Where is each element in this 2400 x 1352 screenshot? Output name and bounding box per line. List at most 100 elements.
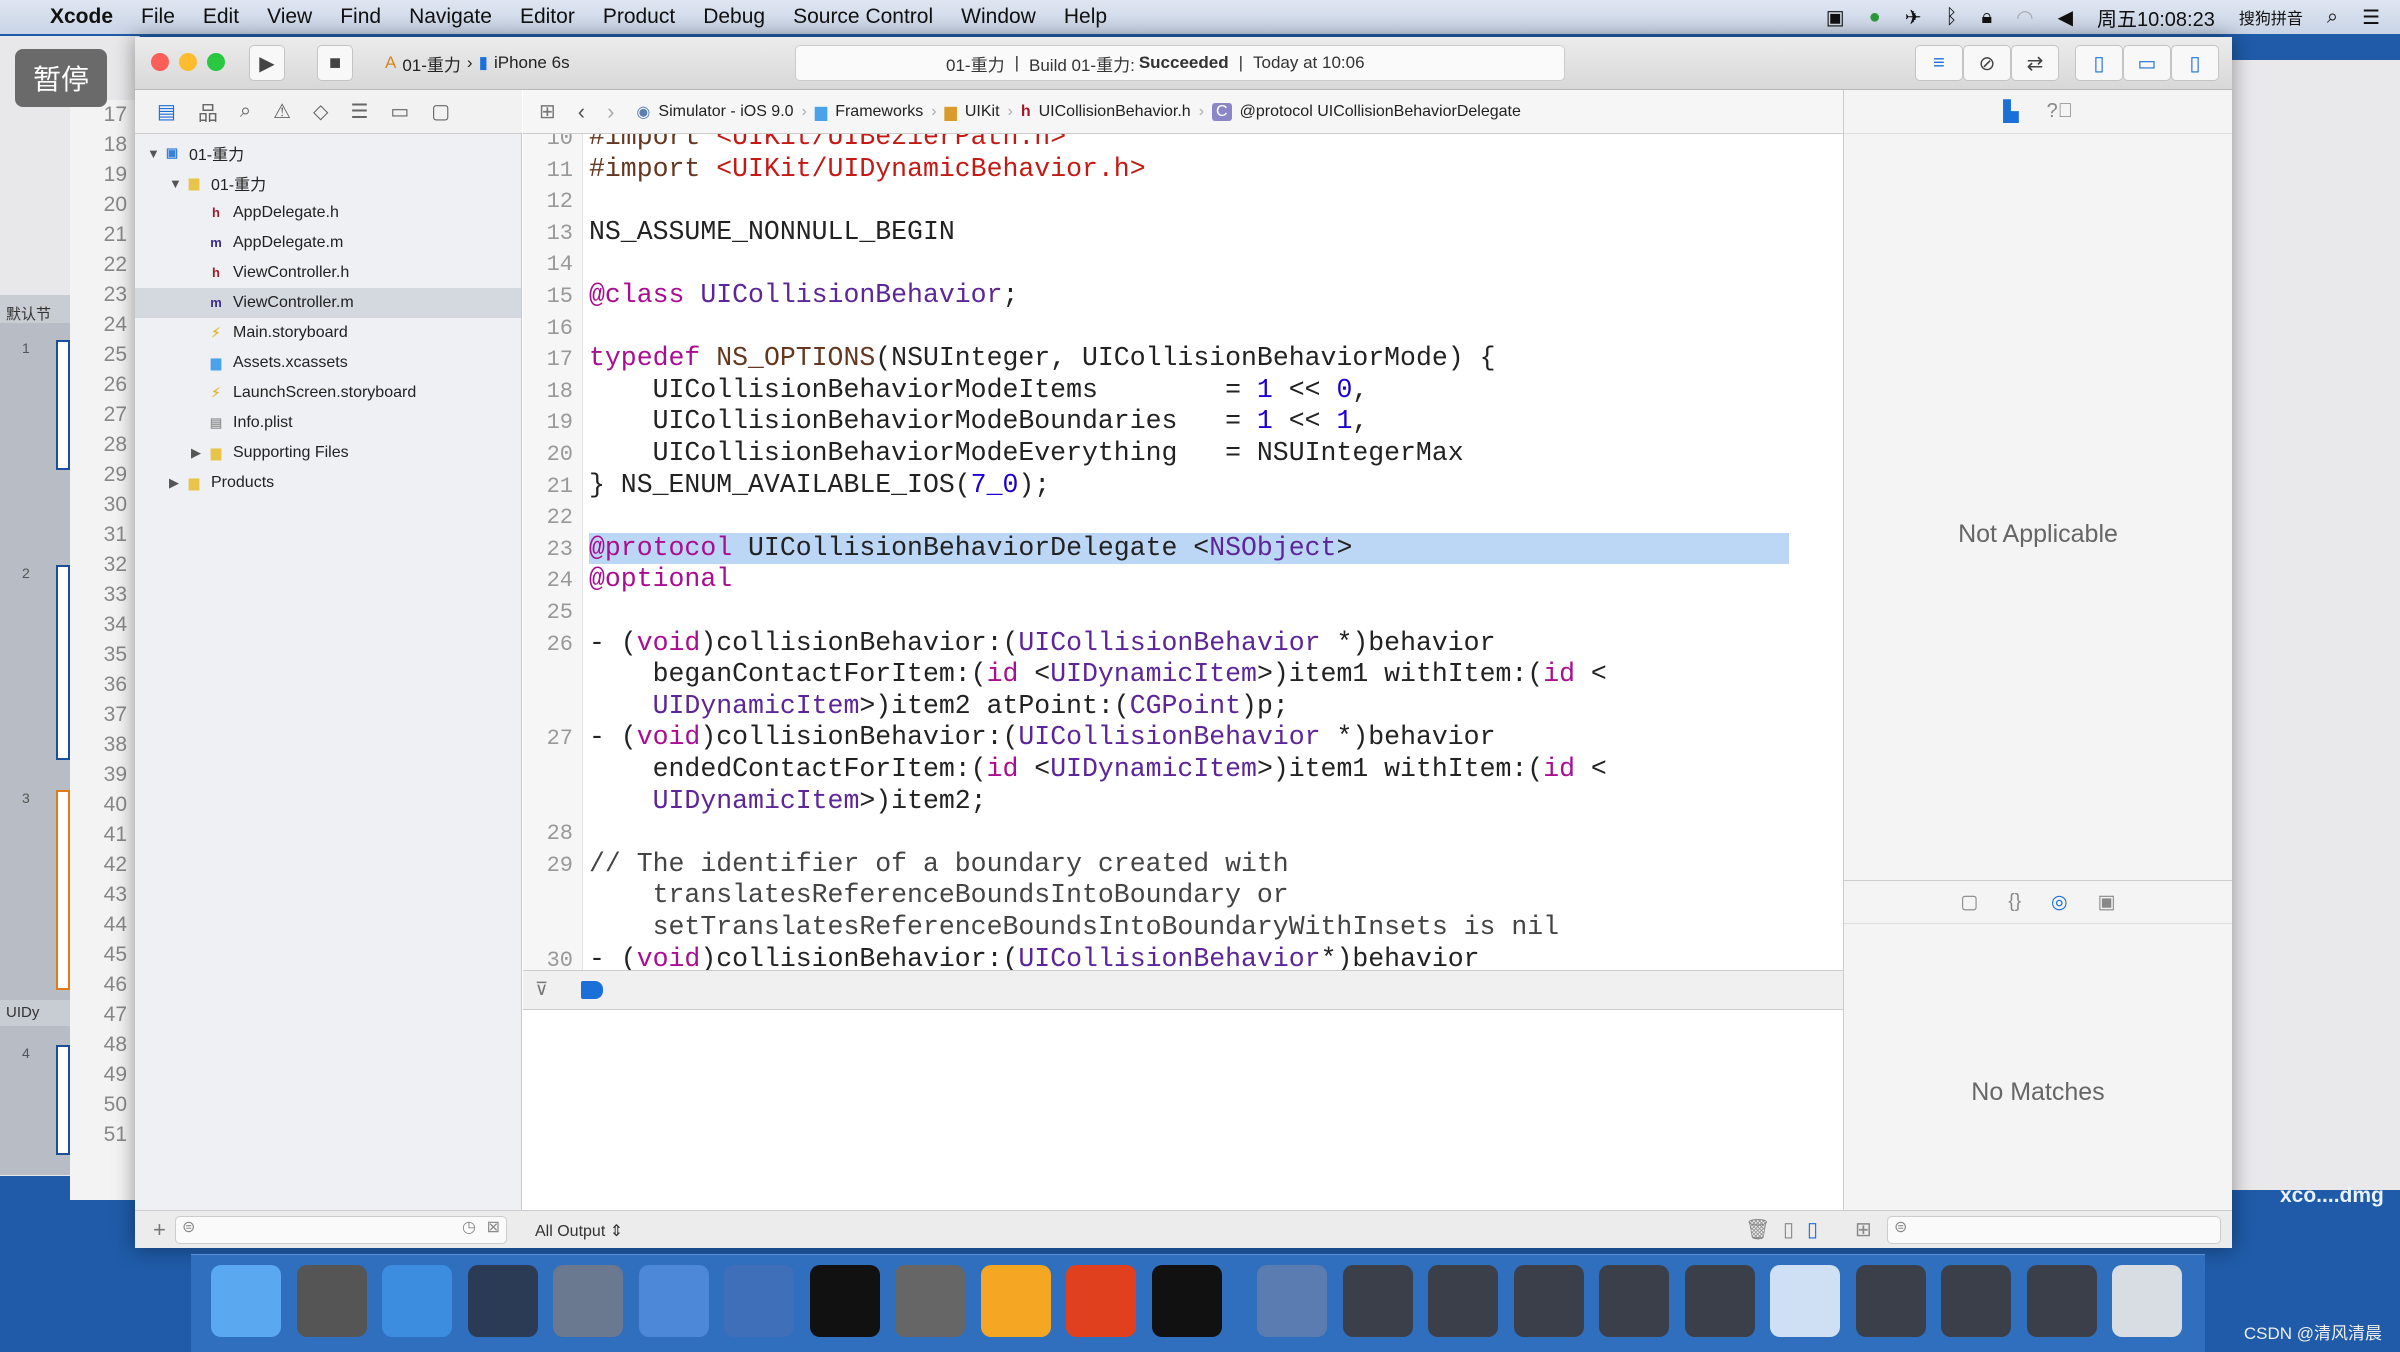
trash-icon[interactable]: 🗑︎ <box>1745 1217 1770 1242</box>
breakpoint-navigator-icon[interactable]: ▭ <box>390 99 409 124</box>
file-template-library-icon[interactable]: ▢ <box>1960 891 1978 914</box>
code-line[interactable]: 10 #import <UIKit/UIBezierPath.h> <box>523 134 1823 154</box>
file-tree-item[interactable]: ▼ ▆ 01-重力 <box>135 168 521 198</box>
code-line[interactable]: 18 UICollisionBehaviorModeItems = 1 << 0… <box>523 375 1823 407</box>
console-output-selector[interactable]: All Output ⇕ <box>535 1221 623 1241</box>
pause-overlay[interactable]: 暂停 <box>15 49 107 107</box>
file-tree-item[interactable]: ▤ Info.plist <box>135 408 521 438</box>
mouse-app-icon[interactable] <box>467 1265 538 1337</box>
object-library-icon[interactable]: ◎ <box>2051 891 2068 914</box>
code-snippet-library-icon[interactable]: {} <box>2008 891 2021 913</box>
code-line[interactable]: 28 <box>523 817 1823 849</box>
code-line[interactable]: translatesReferenceBoundsIntoBoundary or <box>523 880 1823 912</box>
desktop-file-label[interactable]: xco....dmg <box>2280 1184 2384 1208</box>
jumpbar-uikit[interactable]: UIKit <box>965 103 1000 121</box>
menu-view[interactable]: View <box>267 5 312 29</box>
code-line[interactable]: endedContactForItem:(id <UIDynamicItem>)… <box>523 754 1823 786</box>
code-line[interactable]: 23 @protocol UICollisionBehaviorDelegate … <box>523 532 1823 565</box>
code-line[interactable]: 27 - (void)collisionBehavior:(UICollision… <box>523 722 1823 754</box>
console-view-toggle-icon[interactable]: ▯ <box>1807 1217 1818 1242</box>
quick-help-icon[interactable]: ?⃝ <box>2047 100 2073 123</box>
terminal-icon[interactable] <box>809 1265 880 1337</box>
volume-icon[interactable]: ◀ <box>2058 5 2073 30</box>
screen-record-icon[interactable]: ▣ <box>1826 5 1845 30</box>
app-status-icon[interactable]: ● <box>1869 6 1881 29</box>
console-area[interactable] <box>523 1010 1843 1210</box>
hide-debug-area-icon[interactable]: ⊽ <box>535 979 548 1000</box>
wifi-icon[interactable]: ◠ <box>2016 5 2033 30</box>
file-tree-item[interactable]: m AppDelegate.m <box>135 228 521 258</box>
finder-icon[interactable] <box>211 1265 281 1337</box>
code-line[interactable]: 26 - (void)collisionBehavior:(UICollision… <box>523 628 1823 660</box>
code-line[interactable]: 20 UICollisionBehaviorModeEverything = N… <box>523 438 1823 470</box>
version-editor-button[interactable]: ⇄ <box>2011 45 2059 81</box>
code-line[interactable]: 13 NS_ASSUME_NONNULL_BEGIN <box>523 217 1823 249</box>
code-line[interactable]: 14 <box>523 248 1823 280</box>
slide-thumbnail[interactable] <box>56 1045 70 1155</box>
file-tree-item[interactable]: ▼ ▣ 01-重力 <box>135 138 521 168</box>
media-library-icon[interactable]: ▣ <box>2098 891 2116 914</box>
xcode-icon[interactable] <box>638 1265 709 1337</box>
screenshot-2-icon[interactable] <box>1428 1265 1498 1337</box>
scheme-selector[interactable]: A 01-重力 › ▮ iPhone 6s <box>385 45 570 81</box>
add-icon[interactable]: + <box>153 1217 166 1243</box>
code-line[interactable]: 16 <box>523 312 1823 344</box>
jumpbar-simulator[interactable]: Simulator - iOS 9.0 <box>658 103 793 121</box>
recent-files-icon[interactable]: ◷ <box>462 1217 476 1237</box>
code-line[interactable]: 19 UICollisionBehaviorModeBoundaries = 1… <box>523 406 1823 438</box>
quicktime-icon[interactable] <box>1257 1265 1327 1337</box>
screenshot-1-icon[interactable] <box>1342 1265 1413 1337</box>
trash-icon[interactable] <box>2112 1265 2182 1337</box>
code-line[interactable]: 21} NS_ENUM_AVAILABLE_IOS(7_0); <box>523 470 1823 502</box>
code-line[interactable]: 15 @class UICollisionBehavior; <box>523 280 1823 312</box>
find-navigator-icon[interactable]: ⌕ <box>240 100 251 123</box>
code-line[interactable]: UIDynamicItem>)item2 atPoint:(CGPoint)p; <box>523 691 1823 723</box>
menu-find[interactable]: Find <box>340 5 381 29</box>
jumpbar-symbol[interactable]: @protocol UICollisionBehaviorDelegate <box>1240 103 1521 121</box>
file-tree-item[interactable]: ⚡︎ LaunchScreen.storyboard <box>135 378 521 408</box>
airplane-icon[interactable]: ✈ <box>1905 5 1922 30</box>
code-line[interactable]: 25 <box>523 596 1823 628</box>
code-line[interactable]: 30 - (void)collisionBehavior:(UICollision… <box>523 944 1823 970</box>
menu-source-control[interactable]: Source Control <box>793 5 933 29</box>
code-line[interactable]: 29 // The identifier of a boundary create… <box>523 849 1823 881</box>
disclosure-closed-icon[interactable]: ▶ <box>191 445 207 461</box>
screenshot-5-icon[interactable] <box>1684 1265 1755 1337</box>
grid-view-icon[interactable]: ⊞ <box>1855 1217 1872 1242</box>
jumpbar-file[interactable]: UICollisionBehavior.h <box>1039 103 1191 121</box>
breakpoints-toggle-icon[interactable] <box>581 981 603 999</box>
disclosure-closed-icon[interactable]: ▶ <box>169 475 185 491</box>
back-button[interactable]: ‹ <box>578 99 585 125</box>
screenshot-3-icon[interactable] <box>1513 1265 1584 1337</box>
menu-xcode[interactable]: Xcode <box>50 5 113 29</box>
code-line[interactable]: setTranslatesReferenceBoundsIntoBoundary… <box>523 912 1823 944</box>
launchpad-icon[interactable] <box>296 1265 367 1337</box>
safari-icon[interactable] <box>382 1265 452 1337</box>
menu-help[interactable]: Help <box>1064 5 1107 29</box>
toggle-inspector-button[interactable]: ▯ <box>2171 45 2219 81</box>
toggle-navigator-button[interactable]: ▯ <box>2075 45 2123 81</box>
menu-file[interactable]: File <box>141 5 175 29</box>
code-line[interactable]: 22 <box>523 501 1823 533</box>
screenshot-4-icon[interactable] <box>1599 1265 1669 1337</box>
scm-filter-icon[interactable]: ⊠ <box>487 1217 500 1237</box>
symbol-navigator-icon[interactable]: 品 <box>198 97 218 126</box>
file-tree-item[interactable]: h ViewController.h <box>135 258 521 288</box>
minimize-button[interactable] <box>179 53 197 71</box>
console-icon[interactable] <box>1151 1265 1222 1337</box>
menu-edit[interactable]: Edit <box>203 5 239 29</box>
code-line[interactable]: beganContactForItem:(id <UIDynamicItem>)… <box>523 659 1823 691</box>
menu-window[interactable]: Window <box>961 5 1036 29</box>
code-line[interactable]: 17 typedef NS_OPTIONS(NSUInteger, UIColli… <box>523 343 1823 375</box>
assistant-editor-button[interactable]: ⊘ <box>1963 45 2011 81</box>
code-line[interactable]: 11 #import <UIKit/UIDynamicBehavior.h> <box>523 154 1823 186</box>
notification-center-icon[interactable]: ☰ <box>2362 5 2380 30</box>
close-button[interactable] <box>151 53 169 71</box>
menu-navigate[interactable]: Navigate <box>409 5 492 29</box>
preview-icon[interactable] <box>1770 1265 1840 1337</box>
slide-thumbnail[interactable] <box>56 565 70 760</box>
screenshot-6-icon[interactable] <box>1855 1265 1926 1337</box>
sketch-icon[interactable] <box>980 1265 1051 1337</box>
system-preferences-icon[interactable] <box>895 1265 965 1337</box>
file-inspector-icon[interactable]: ▙ <box>2003 99 2018 124</box>
